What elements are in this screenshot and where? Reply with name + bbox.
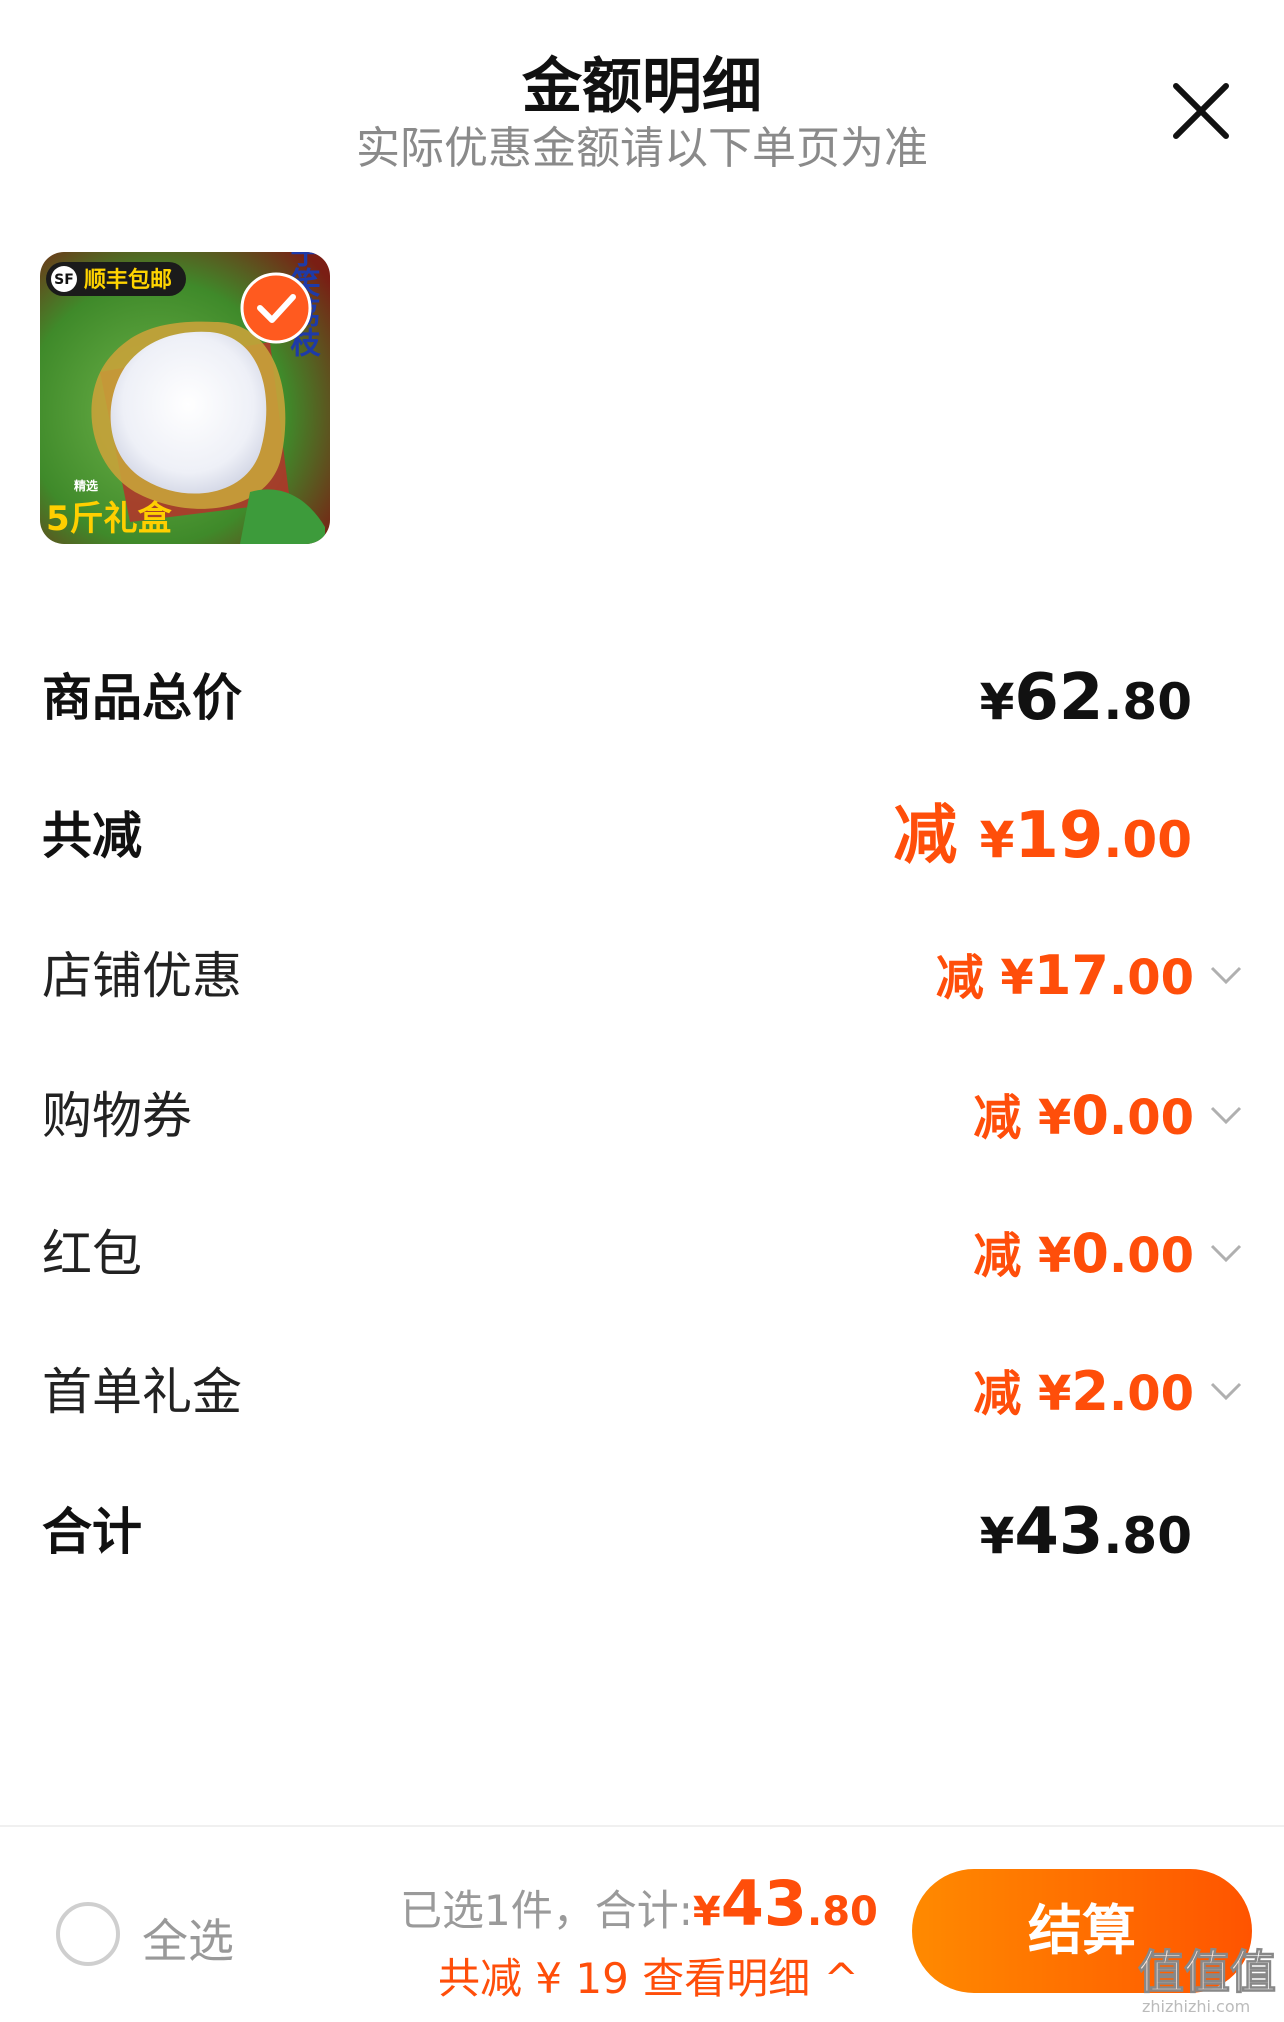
row-grand-total: 合计 ¥43.80: [0, 1492, 1284, 1572]
row-total-price: 商品总价 ¥62.80: [0, 658, 1284, 738]
row-amount: 减 ¥17.00: [935, 944, 1194, 1007]
close-icon[interactable]: [1170, 80, 1232, 142]
chevron-down-icon[interactable]: [1208, 960, 1244, 990]
svg-text:SF: SF: [54, 272, 74, 288]
row-amount: ¥43.80: [979, 1495, 1192, 1569]
watermark-logo: 值值值 zhizhizhi.com: [1138, 1945, 1277, 2017]
row-shopping-coupon[interactable]: 购物券 减 ¥0.00: [0, 1076, 1284, 1156]
select-all-radio[interactable]: [56, 1902, 120, 1966]
bottom-bar: 全选 已选1件，合计:¥43.80 共减 ¥ 19 查看明细 ^ 结算: [0, 1825, 1284, 2022]
chevron-down-icon[interactable]: [1208, 1238, 1244, 1268]
svg-text:值值值: 值值值: [1138, 1945, 1276, 1999]
product-box-text: 5斤礼盒: [46, 499, 173, 539]
row-label: 购物券: [42, 1087, 192, 1145]
view-details-link[interactable]: 共减 ¥ 19 查看明细 ^: [438, 1945, 859, 2006]
row-red-packet[interactable]: 红包 减 ¥0.00: [0, 1214, 1284, 1294]
close-button[interactable]: [1170, 80, 1232, 142]
row-amount: 减 ¥0.00: [973, 1084, 1194, 1147]
row-amount: 减 ¥19.00: [893, 799, 1192, 873]
row-store-discount[interactable]: 店铺优惠 减 ¥17.00: [0, 936, 1284, 1016]
product-thumbnail[interactable]: SF 顺丰包邮 妃子笑荔枝 精选 5斤礼盒: [40, 252, 330, 544]
row-label: 共减: [42, 807, 142, 865]
product-tag: 精选: [74, 478, 98, 493]
row-amount: ¥62.80: [979, 661, 1192, 735]
page-subtitle: 实际优惠金额请以下单页为准: [356, 123, 928, 174]
row-label: 首单礼金: [42, 1363, 242, 1421]
selected-summary: 已选1件，合计:¥43.80: [400, 1867, 878, 1940]
header: 金额明细 实际优惠金额请以下单页为准: [0, 0, 1284, 200]
select-all-label[interactable]: 全选: [142, 1905, 234, 1971]
row-label: 店铺优惠: [42, 947, 242, 1005]
svg-text:zhizhizhi.com: zhizhizhi.com: [1142, 1997, 1250, 2016]
row-first-order-gift[interactable]: 首单礼金 减 ¥2.00: [0, 1352, 1284, 1432]
row-amount: 减 ¥2.00: [973, 1360, 1194, 1423]
chevron-down-icon[interactable]: [1208, 1100, 1244, 1130]
row-label: 红包: [42, 1225, 142, 1283]
row-label: 合计: [42, 1503, 142, 1561]
row-total-discount: 共减 减 ¥19.00: [0, 796, 1284, 876]
row-amount: 减 ¥0.00: [973, 1222, 1194, 1285]
row-label: 商品总价: [42, 669, 242, 727]
chevron-down-icon[interactable]: [1208, 1376, 1244, 1406]
product-badge: 顺丰包邮: [84, 267, 172, 293]
